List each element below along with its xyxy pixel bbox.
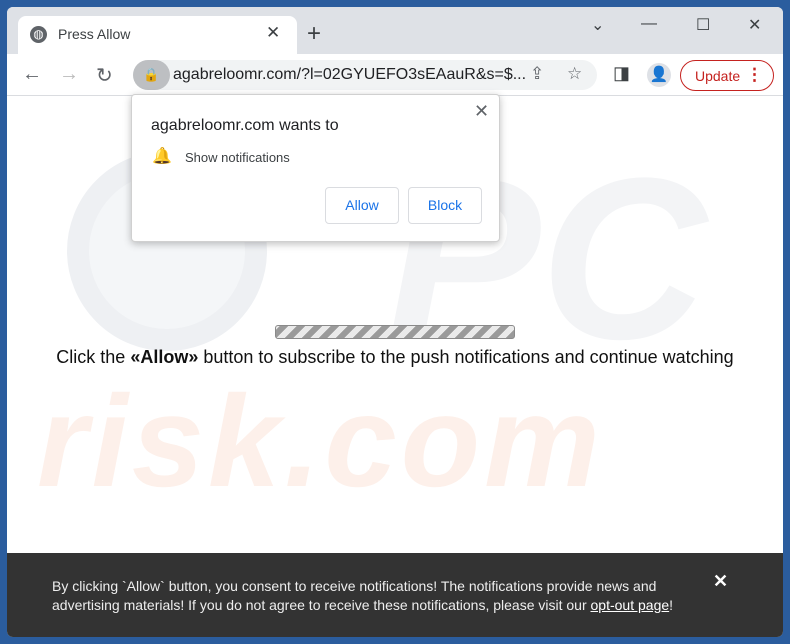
lock-icon[interactable]: 🔒 bbox=[133, 60, 170, 90]
back-icon[interactable]: ← bbox=[22, 63, 42, 86]
popup-close-icon[interactable]: ✕ bbox=[474, 101, 489, 122]
update-label: Update bbox=[695, 68, 741, 84]
menu-dots-icon[interactable]: ⋮ bbox=[746, 65, 763, 85]
banner-end: ! bbox=[669, 597, 674, 613]
reload-icon[interactable]: ↻ bbox=[96, 63, 113, 88]
maximize-icon[interactable]: ☐ bbox=[696, 15, 710, 35]
popup-title: agabreloomr.com wants to bbox=[151, 117, 339, 134]
msg-bold: «Allow» bbox=[130, 347, 199, 367]
profile-avatar-icon[interactable]: 👤 bbox=[647, 63, 671, 87]
new-tab-icon[interactable]: + bbox=[307, 20, 321, 48]
url-text[interactable]: agabreloomr.com/?l=02GYUEFO3sEAauR&s=$..… bbox=[173, 66, 526, 84]
globe-icon: ◍ bbox=[30, 26, 47, 43]
bookmark-star-icon[interactable]: ☆ bbox=[567, 64, 582, 84]
update-button[interactable]: Update ⋮ bbox=[680, 60, 774, 91]
tab-strip: ◍ Press Allow ✕ + ⌄ — ☐ ✕ bbox=[7, 7, 783, 54]
block-button[interactable]: Block bbox=[408, 187, 482, 224]
banner-body: By clicking `Allow` button, you consent … bbox=[52, 578, 657, 613]
allow-button[interactable]: Allow bbox=[325, 187, 399, 224]
share-icon[interactable]: ⇪ bbox=[530, 64, 544, 84]
opt-out-link[interactable]: opt-out page bbox=[591, 597, 670, 613]
notification-permission-popup: agabreloomr.com wants to ✕ 🔔 Show notifi… bbox=[131, 94, 500, 242]
watermark-logo: risk.com bbox=[37, 368, 604, 514]
banner-close-icon[interactable]: ✕ bbox=[713, 571, 728, 592]
bell-icon: 🔔 bbox=[152, 148, 172, 165]
banner-text: By clicking `Allow` button, you consent … bbox=[52, 577, 682, 615]
tab-title: Press Allow bbox=[58, 26, 131, 42]
address-bar[interactable]: 🔒 agabreloomr.com/?l=02GYUEFO3sEAauR&s=$… bbox=[133, 60, 597, 90]
tab-search-icon[interactable]: ⌄ bbox=[591, 15, 604, 35]
msg-post: button to subscribe to the push notifica… bbox=[198, 347, 734, 367]
browser-window: ◍ Press Allow ✕ + ⌄ — ☐ ✕ ← → ↻ 🔒 agabre… bbox=[7, 7, 783, 637]
toolbar: ← → ↻ 🔒 agabreloomr.com/?l=02GYUEFO3sEAa… bbox=[7, 54, 783, 96]
progress-bar bbox=[275, 325, 515, 339]
consent-banner: By clicking `Allow` button, you consent … bbox=[7, 553, 783, 637]
msg-pre: Click the bbox=[56, 347, 131, 367]
side-panel-icon[interactable]: ◨ bbox=[613, 63, 630, 84]
close-window-icon[interactable]: ✕ bbox=[748, 15, 761, 35]
permission-text: Show notifications bbox=[185, 150, 290, 165]
close-tab-icon[interactable]: ✕ bbox=[266, 23, 280, 43]
forward-icon[interactable]: → bbox=[59, 63, 79, 86]
tab-press-allow[interactable]: ◍ Press Allow ✕ bbox=[18, 16, 297, 54]
instruction-message: Click the «Allow» button to subscribe to… bbox=[7, 347, 783, 368]
minimize-icon[interactable]: — bbox=[641, 15, 657, 33]
